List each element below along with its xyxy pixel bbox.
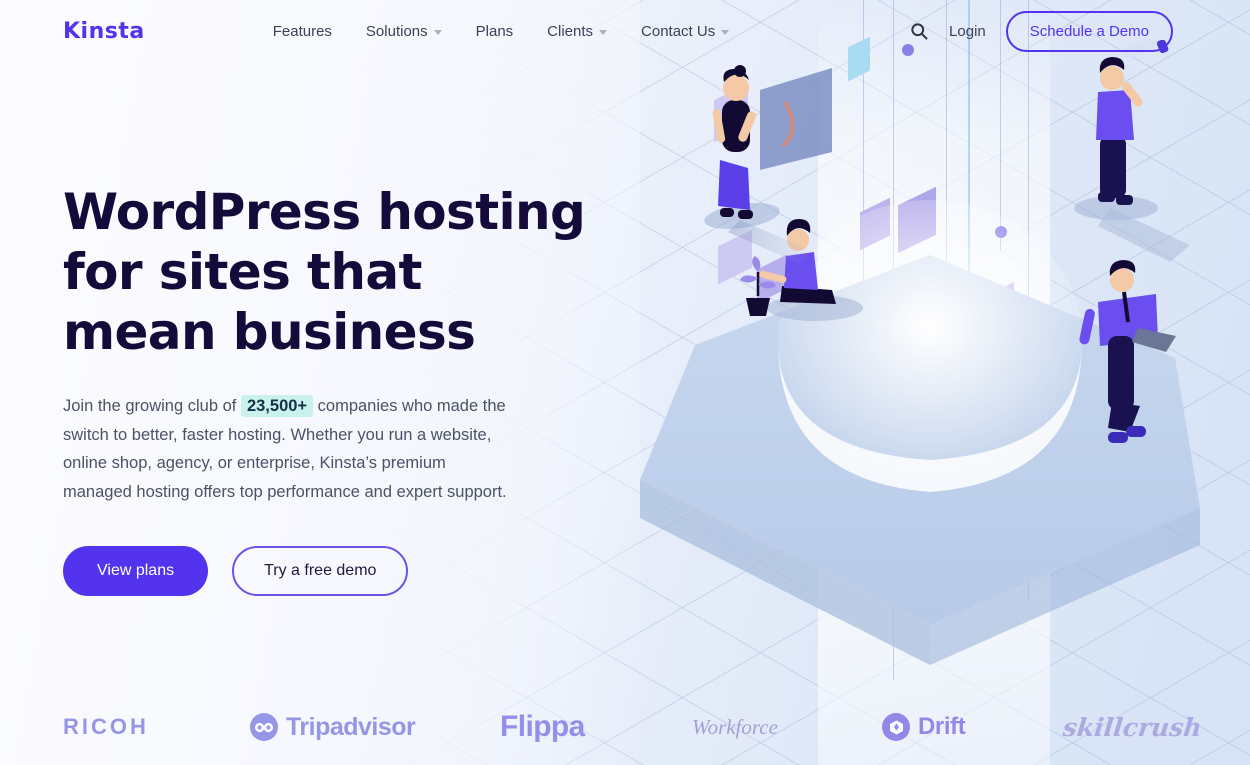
client-logo-strip: RICOH Tripadvisor Flippa Workforce Drift… — [0, 689, 1250, 765]
site-header: Kinsta Features Solutions Plans Clients … — [0, 0, 1250, 62]
paragraph-before: Join the growing club of — [63, 397, 241, 415]
owl-eyes-icon — [255, 722, 273, 732]
hero-illustration — [640, 40, 1200, 665]
hero-paragraph: Join the growing club of 23,500+ compani… — [63, 392, 518, 506]
chevron-down-icon — [599, 29, 608, 35]
header-actions: Login Schedule a Demo — [909, 10, 1173, 52]
hero-cta-group: View plans Try a free demo — [63, 546, 603, 596]
client-logo-ricoh[interactable]: RICOH — [63, 714, 149, 740]
page-title: WordPress hosting for sites that mean bu… — [63, 182, 603, 362]
try-free-demo-button[interactable]: Try a free demo — [232, 546, 409, 596]
schedule-demo-button[interactable]: Schedule a Demo — [1005, 10, 1173, 52]
kinsta-logo[interactable]: Kinsta — [63, 19, 145, 44]
client-logo-label: Flippa — [500, 710, 585, 743]
chevron-down-icon — [433, 29, 442, 35]
main-navigation: Features Solutions Plans Clients Contact… — [273, 23, 730, 40]
nav-item-features[interactable]: Features — [273, 23, 332, 40]
login-link[interactable]: Login — [949, 23, 986, 40]
nav-item-solutions[interactable]: Solutions — [366, 23, 442, 40]
chevron-down-icon — [721, 29, 730, 35]
client-logo-tripadvisor[interactable]: Tripadvisor — [250, 712, 416, 742]
tripadvisor-owl-icon — [250, 713, 278, 741]
client-logo-label: Drift — [918, 713, 966, 740]
client-logo-label: skillcrush — [1061, 712, 1204, 742]
headline-line-3: mean business — [63, 303, 476, 361]
nav-label: Plans — [475, 22, 514, 40]
headline-line-2: for sites that — [63, 243, 422, 301]
client-logo-flippa[interactable]: Flippa — [500, 710, 585, 744]
client-logo-skillcrush[interactable]: skillcrush — [1061, 713, 1203, 742]
nav-label: Contact Us — [641, 22, 716, 40]
hero-section: WordPress hosting for sites that mean bu… — [63, 182, 603, 596]
client-logo-workforce[interactable]: Workforce — [692, 715, 778, 740]
figure-telescope-man — [1074, 40, 1169, 220]
headline-line-1: WordPress hosting — [63, 183, 586, 241]
drift-mark-icon — [882, 713, 910, 741]
search-icon[interactable] — [909, 21, 929, 41]
nav-label: Features — [272, 22, 332, 40]
nav-item-contact-us[interactable]: Contact Us — [641, 22, 730, 40]
nav-label: Solutions — [365, 22, 428, 40]
nav-label: Clients — [547, 22, 594, 40]
plant-pot — [746, 298, 770, 316]
client-logo-label: Workforce — [692, 714, 778, 739]
nav-item-clients[interactable]: Clients — [547, 22, 608, 40]
view-plans-button[interactable]: View plans — [63, 546, 209, 596]
nav-item-plans[interactable]: Plans — [476, 23, 514, 40]
client-logo-label: RICOH — [63, 714, 149, 739]
screen-panel — [760, 68, 832, 170]
client-logo-drift[interactable]: Drift — [882, 713, 966, 741]
drift-glyph-icon — [889, 720, 903, 734]
client-logo-label: Tripadvisor — [286, 712, 416, 741]
landing-page: Kinsta Features Solutions Plans Clients … — [0, 0, 1250, 765]
customer-count-highlight: 23,500+ — [240, 395, 314, 417]
